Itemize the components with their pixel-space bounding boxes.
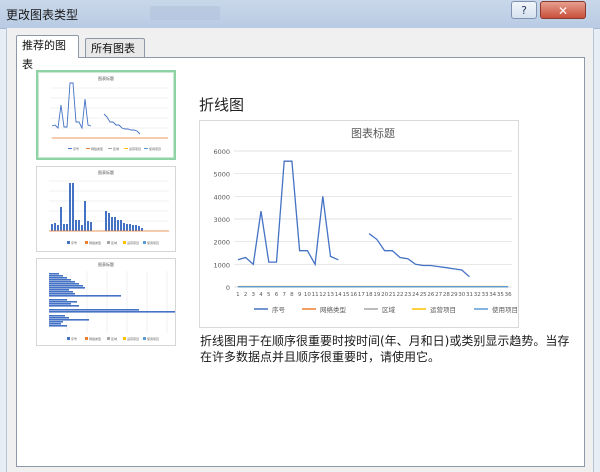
chart-preview: 图表标题 0 1000 2000 3000 4000 5000 6000 1 2 3 4 5 6 7 8 9 10… <box>199 120 519 328</box>
bar-chart-thumbnail-icon: 图表标题 序号 网络类型 区域 运营项目 使用项目 <box>49 261 175 341</box>
x-tick-label: 1 <box>236 292 240 298</box>
series-line <box>368 233 470 278</box>
x-tick-label: 30 <box>458 292 465 298</box>
x-tick-label: 12 <box>319 292 326 298</box>
x-tick-label: 23 <box>404 292 411 298</box>
x-tick-label: 19 <box>373 292 380 298</box>
line-chart-preview: 图表标题01000200030004000500060001 2 3 4 5 6 7 8 9 10… <box>213 126 518 314</box>
svg-text:运营项目: 运营项目 <box>129 146 141 151</box>
svg-text:网络类型: 网络类型 <box>91 146 103 151</box>
x-tick-label: 27 <box>435 292 442 298</box>
y-tick-label: 2000 <box>213 239 230 247</box>
recommended-charts-panel: 图表标题 序号 网络类型 区域 运营项目 使用项目 图表标题 序号 网络类型 区… <box>16 57 585 467</box>
svg-text:网络类型: 网络类型 <box>89 336 101 341</box>
thumbnail-line-chart[interactable]: 图表标题 序号 网络类型 区域 运营项目 使用项目 <box>36 70 176 160</box>
svg-text:区域: 区域 <box>111 336 117 341</box>
y-tick-label: 0 <box>226 284 230 292</box>
y-tick-label: 3000 <box>213 216 230 224</box>
x-tick-label: 35 <box>497 292 504 298</box>
svg-text:序号: 序号 <box>71 336 77 341</box>
y-tick-label: 1000 <box>213 261 230 269</box>
svg-text:图表标题: 图表标题 <box>98 169 114 175</box>
title-bar: 更改图表类型 ? ✕ <box>0 0 600 29</box>
y-tick-label: 5000 <box>213 171 230 179</box>
svg-text:图表标题: 图表标题 <box>98 261 114 267</box>
x-tick-label: 13 <box>327 292 334 298</box>
selected-chart-type-title: 折线图 <box>199 96 245 114</box>
svg-text:网络类型: 网络类型 <box>89 240 101 245</box>
x-tick-label: 32 <box>474 292 481 298</box>
change-chart-type-dialog: 推荐的图表 所有图表 图表标题 序号 网络类型 区域 运营项目 使用项目 图表标… <box>6 28 594 472</box>
x-tick-label: 2 <box>244 292 248 298</box>
svg-text:使用项目: 使用项目 <box>149 146 161 151</box>
legend-label: 区域 <box>382 305 396 314</box>
x-tick-label: 9 <box>298 292 302 298</box>
svg-text:序号: 序号 <box>71 240 77 245</box>
chart-type-description: 折线图用于在顺序很重要时按时间(年、月和日)或类别显示趋势。当存在许多数据点并且… <box>200 334 570 364</box>
help-button[interactable]: ? <box>511 1 537 19</box>
x-tick-label: 8 <box>290 292 294 298</box>
x-tick-label: 20 <box>381 292 388 298</box>
x-tick-label: 10 <box>304 292 311 298</box>
svg-text:序号: 序号 <box>73 146 79 151</box>
close-button[interactable]: ✕ <box>540 1 586 19</box>
x-tick-label: 36 <box>505 292 512 298</box>
x-tick-label: 26 <box>427 292 434 298</box>
x-tick-label: 29 <box>451 292 458 298</box>
y-tick-label: 6000 <box>213 148 230 156</box>
thumbnail-bar-chart[interactable]: 图表标题 序号 网络类型 区域 运营项目 使用项目 <box>36 258 176 346</box>
x-tick-label: 4 <box>259 292 263 298</box>
chart-title: 图表标题 <box>351 126 395 140</box>
x-tick-label: 3 <box>252 292 256 298</box>
column-chart-thumbnail-icon: 图表标题 序号 网络类型 区域 运营项目 使用项目 <box>49 169 169 245</box>
x-tick-label: 25 <box>420 292 427 298</box>
series-line <box>237 160 339 267</box>
legend-label: 序号 <box>272 305 286 314</box>
x-tick-label: 21 <box>389 292 396 298</box>
svg-text:区域: 区域 <box>111 240 117 245</box>
legend-label: 网络类型 <box>320 305 347 314</box>
x-tick-label: 18 <box>366 292 373 298</box>
window-title: 更改图表类型 <box>6 8 79 22</box>
x-tick-label: 16 <box>350 292 357 298</box>
svg-text:图表标题: 图表标题 <box>98 75 114 81</box>
x-tick-label: 11 <box>312 292 319 298</box>
x-tick-label: 31 <box>466 292 473 298</box>
x-tick-label: 14 <box>335 292 342 298</box>
chart-thumbnail-list: 图表标题 序号 网络类型 区域 运营项目 使用项目 图表标题 序号 网络类型 区… <box>32 70 182 360</box>
x-tick-label: 22 <box>397 292 404 298</box>
legend-label: 运营项目 <box>430 305 456 314</box>
line-chart-thumbnail-icon: 图表标题 序号 网络类型 区域 运营项目 使用项目 <box>50 75 168 151</box>
svg-text:区域: 区域 <box>113 146 119 151</box>
x-tick-label: 6 <box>275 292 279 298</box>
svg-text:运营项目: 运营项目 <box>127 240 139 245</box>
x-tick-label: 5 <box>267 292 271 298</box>
tab-recommended-charts[interactable]: 推荐的图表 <box>16 35 79 71</box>
thumbnail-column-chart[interactable]: 图表标题 序号 网络类型 区域 运营项目 使用项目 <box>36 166 176 252</box>
x-tick-label: 24 <box>412 292 419 298</box>
svg-text:运营项目: 运营项目 <box>127 336 139 341</box>
x-tick-label: 34 <box>489 292 496 298</box>
tab-all-charts[interactable]: 所有图表 <box>85 38 145 58</box>
x-tick-label: 7 <box>282 292 286 298</box>
y-tick-label: 4000 <box>213 193 230 201</box>
x-tick-label: 28 <box>443 292 450 298</box>
x-tick-label: 17 <box>358 292 365 298</box>
legend-label: 使用项目 <box>492 305 518 314</box>
title-ghost-text <box>150 6 220 20</box>
x-tick-label: 33 <box>481 292 488 298</box>
x-tick-label: 15 <box>342 292 349 298</box>
svg-text:使用项目: 使用项目 <box>147 240 159 245</box>
svg-text:使用项目: 使用项目 <box>147 336 159 341</box>
